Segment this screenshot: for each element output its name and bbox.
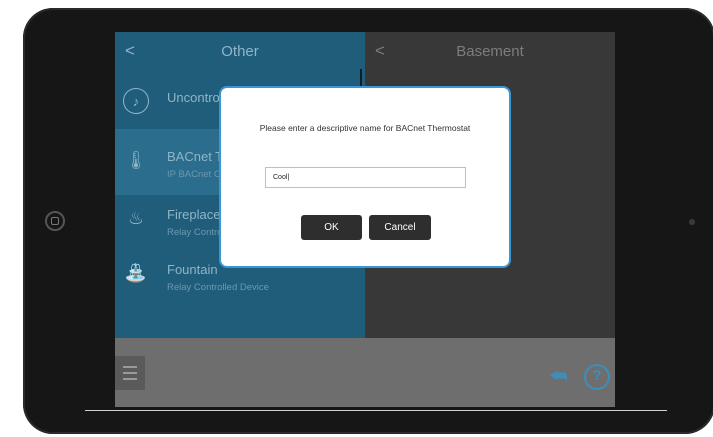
item-subtitle: Relay Contro bbox=[167, 227, 223, 238]
right-panel-header: < Basement bbox=[365, 32, 615, 70]
left-panel-header: < Other bbox=[115, 32, 365, 70]
music-note-icon: ♪ bbox=[123, 88, 149, 114]
screen: < Other ♪ Uncontrolled 🌡 BACnet Th IP BA… bbox=[115, 32, 615, 407]
home-button[interactable] bbox=[45, 211, 65, 231]
bottom-toolbar: ⮪ ? bbox=[115, 338, 615, 407]
item-name: Fountain bbox=[167, 262, 218, 277]
thermometer-icon: 🌡 bbox=[124, 150, 148, 170]
item-name: Fireplace bbox=[167, 207, 221, 222]
flame-icon: ♨ bbox=[127, 208, 145, 228]
name-input[interactable]: Cool| bbox=[265, 167, 466, 188]
item-subtitle: IP BACnet C bbox=[167, 169, 221, 180]
help-icon[interactable]: ? bbox=[584, 364, 610, 390]
item-subtitle: Relay Controlled Device bbox=[167, 282, 269, 293]
camera-icon bbox=[689, 219, 695, 225]
reply-arrow-icon[interactable]: ⮪ bbox=[549, 366, 568, 389]
ok-button[interactable]: OK bbox=[301, 215, 362, 240]
cancel-button[interactable]: Cancel bbox=[369, 215, 431, 240]
rename-dialog: Please enter a descriptive name for BACn… bbox=[219, 86, 511, 268]
right-panel-title: Basement bbox=[456, 43, 524, 60]
dialog-message: Please enter a descriptive name for BACn… bbox=[259, 123, 471, 133]
hamburger-menu-icon[interactable] bbox=[115, 356, 145, 390]
left-panel-title: Other bbox=[221, 43, 259, 60]
fountain-icon: ⛲ bbox=[124, 263, 148, 283]
divider-line bbox=[85, 410, 667, 411]
